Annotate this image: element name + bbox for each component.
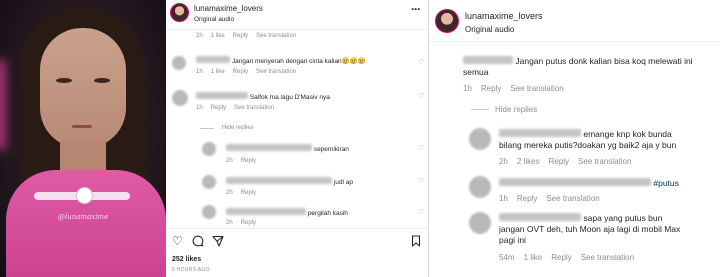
commenter-avatar[interactable] xyxy=(202,142,216,156)
share-icon[interactable] xyxy=(212,235,224,247)
commenter-avatar[interactable] xyxy=(469,212,491,234)
reply-meta: 2h Reply xyxy=(226,220,257,226)
commenter-avatar[interactable] xyxy=(202,175,216,189)
commenter-avatar[interactable] xyxy=(172,90,188,106)
commenter-avatar[interactable] xyxy=(469,176,491,198)
scrubber-knob[interactable] xyxy=(76,187,93,204)
heart-icon[interactable]: ♡ xyxy=(418,58,424,66)
comments-panel-left: lunamaxime_lovers Original audio ··· 2h 1… xyxy=(166,0,428,277)
reply-button[interactable]: Reply xyxy=(481,84,501,93)
header-divider xyxy=(166,29,428,30)
comment-meta: 1h Reply See translation xyxy=(463,84,564,93)
comment-meta: 2h 1 like Reply See translation xyxy=(196,33,297,39)
heart-icon[interactable]: ♡ xyxy=(418,92,424,100)
username[interactable]: lunamaxime_lovers xyxy=(465,11,543,21)
video-scrubber[interactable] xyxy=(34,187,130,204)
video-watermark: @lunamaxime xyxy=(58,213,109,221)
reply-meta: 2h Reply xyxy=(226,190,257,196)
hide-replies-button[interactable]: Hide replies xyxy=(495,105,537,114)
avatar[interactable] xyxy=(435,9,459,33)
post-timestamp: 5 HOURS AGO xyxy=(172,267,210,273)
reply-meta: 1h Reply See translation xyxy=(499,194,600,203)
see-translation-button[interactable]: See translation xyxy=(256,69,296,75)
reply-meta: 54m 1 like Reply See translation xyxy=(499,253,635,262)
reply-button[interactable]: Reply xyxy=(233,69,248,75)
header-divider xyxy=(429,41,720,42)
video-subject-face xyxy=(40,28,126,148)
reply-text: judl ap xyxy=(226,177,353,186)
see-translation-button[interactable]: See translation xyxy=(581,253,634,262)
hide-replies-button[interactable]: Hide replies xyxy=(222,125,254,131)
reply-button[interactable]: Reply xyxy=(517,194,537,203)
reply-text: sepemikiran xyxy=(226,144,349,153)
reply-button[interactable]: Reply xyxy=(551,253,571,262)
avatar[interactable] xyxy=(170,3,189,22)
reply-meta: 2h 2 likes Reply See translation xyxy=(499,157,632,166)
comment-text: Jangan menyerah dengan cinta kalian😢😢😢 xyxy=(196,56,366,65)
reply-button[interactable]: Reply xyxy=(241,190,256,196)
reply-meta: 2h Reply xyxy=(226,158,257,164)
reply-text: sapa yang putus bun jangan OVT deh, tuh … xyxy=(499,213,681,245)
heart-icon[interactable]: ♡ xyxy=(418,208,424,216)
likes-count[interactable]: 252 likes xyxy=(172,256,201,263)
reply-button[interactable]: Reply xyxy=(549,157,569,166)
username[interactable]: lunamaxime_lovers xyxy=(194,4,263,13)
reply-text: emange knp kok bunda bilang mereka putis… xyxy=(499,129,677,150)
comments-panel-right: lunamaxime_lovers Original audio Jangan … xyxy=(428,0,720,277)
see-translation-button[interactable]: See translation xyxy=(234,105,274,111)
reply-button[interactable]: Reply xyxy=(211,105,226,111)
heart-icon[interactable]: ♡ xyxy=(172,235,184,247)
reply-button[interactable]: Reply xyxy=(241,220,256,226)
audio-label[interactable]: Original audio xyxy=(465,25,514,34)
audio-label[interactable]: Original audio xyxy=(194,16,234,23)
post-footer: ♡ 252 likes 5 HOURS AGO xyxy=(166,228,428,277)
video-subject-mouth xyxy=(72,125,92,128)
video-player[interactable]: @lunamaxime xyxy=(0,0,166,277)
comment-meta: 1h 1 like Reply See translation xyxy=(196,69,297,75)
background-light xyxy=(0,60,6,150)
hide-replies-line xyxy=(200,128,214,129)
comment-icon[interactable] xyxy=(192,235,204,247)
comment-text: Jangan putus donk kalian bisa koq melewa… xyxy=(463,56,693,77)
heart-icon[interactable]: ♡ xyxy=(418,177,424,185)
more-horizontal-icon[interactable]: ··· xyxy=(411,2,421,16)
hashtag-link[interactable]: #putus xyxy=(653,178,679,188)
reply-button[interactable]: Reply xyxy=(233,33,248,39)
reply-text: pergilah kasih xyxy=(226,208,348,217)
see-translation-button[interactable]: See translation xyxy=(546,194,599,203)
see-translation-button[interactable]: See translation xyxy=(256,33,296,39)
heart-icon[interactable]: ♡ xyxy=(418,144,424,152)
commenter-avatar[interactable] xyxy=(202,205,216,219)
comment-meta: 1h Reply See translation xyxy=(196,105,275,111)
commenter-avatar[interactable] xyxy=(469,128,491,150)
reply-button[interactable]: Reply xyxy=(241,158,256,164)
video-subject-shirt xyxy=(6,170,166,277)
reply-text: #putus xyxy=(499,178,689,189)
commenter-avatar[interactable] xyxy=(172,56,186,70)
bookmark-icon[interactable] xyxy=(410,235,422,247)
see-translation-button[interactable]: See translation xyxy=(510,84,563,93)
hide-replies-line xyxy=(471,109,489,110)
video-subject-eye xyxy=(56,78,72,83)
see-translation-button[interactable]: See translation xyxy=(578,157,631,166)
video-subject-eye xyxy=(94,78,110,83)
comment-text: Salfok ma lagu D'Masiv nya xyxy=(196,92,330,101)
post-header: lunamaxime_lovers Original audio ··· xyxy=(166,0,428,30)
